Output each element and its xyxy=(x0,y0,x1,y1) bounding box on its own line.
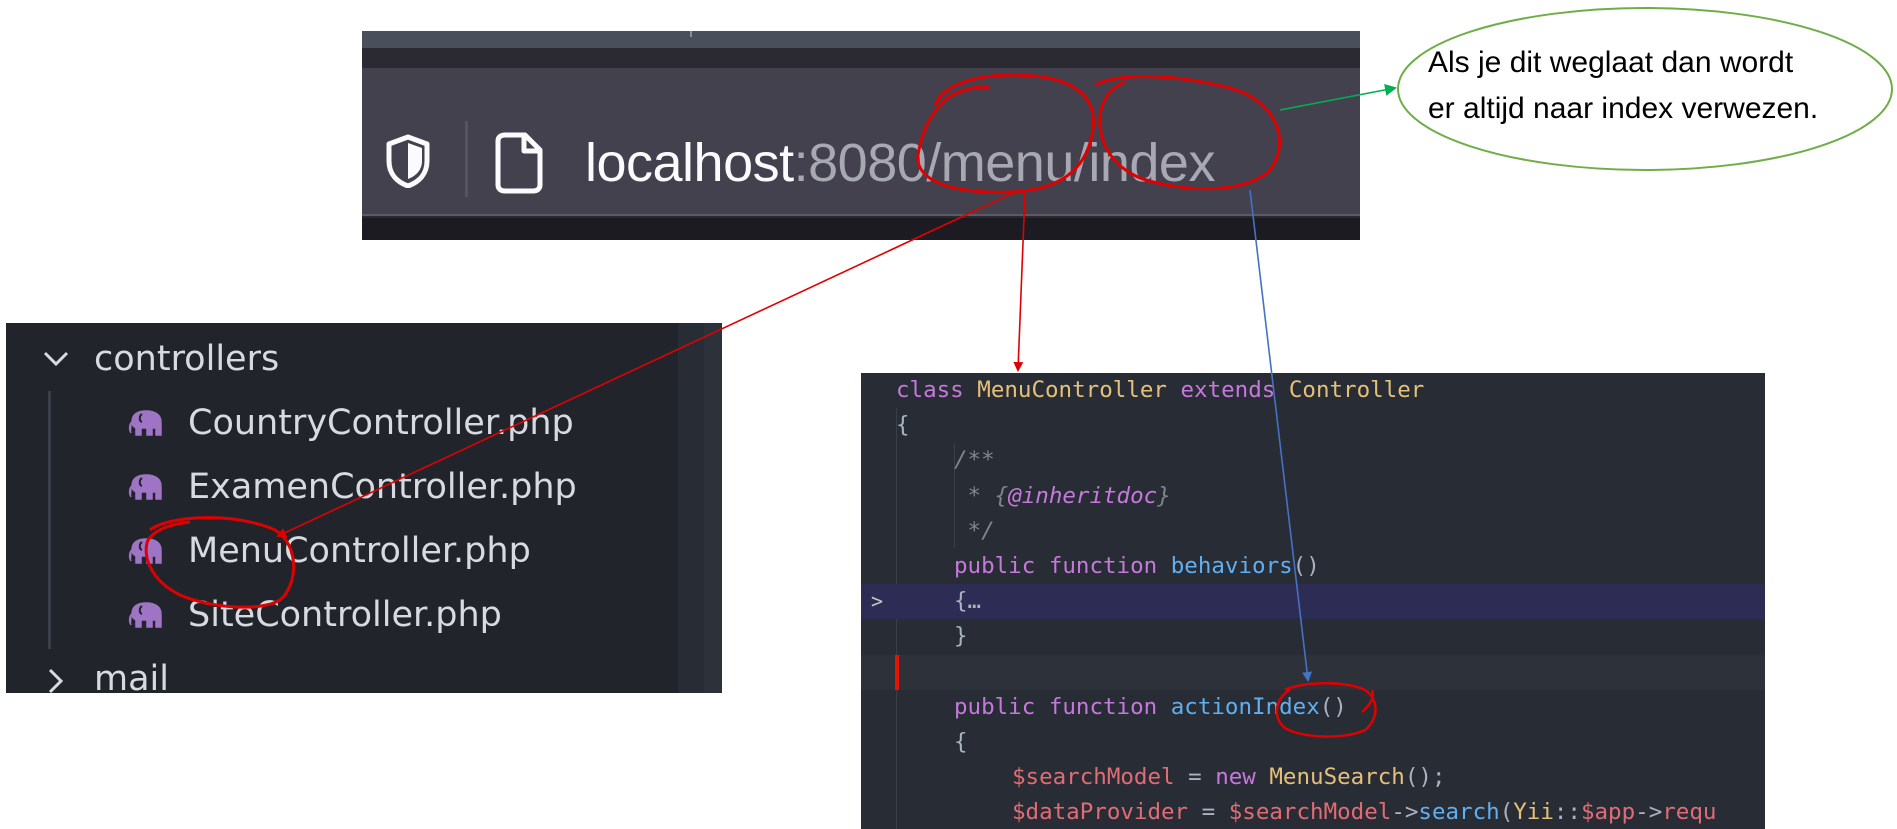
tab-separator xyxy=(690,31,692,37)
url-bar-divider xyxy=(465,121,468,197)
code-token: … xyxy=(967,588,982,615)
code-token: */ xyxy=(954,517,995,544)
code-line[interactable]: class MenuController extends Controller xyxy=(861,373,1765,408)
code-line[interactable]: $dataProvider = $searchModel->search(Yii… xyxy=(861,795,1765,829)
code-token: class xyxy=(896,377,978,403)
indent-guide xyxy=(48,391,51,649)
code-token: -> xyxy=(1391,799,1419,826)
browser-url-bar: localhost:8080/menu/index xyxy=(362,31,1360,240)
code-text: {… xyxy=(954,584,981,619)
code-text: public function actionIndex() xyxy=(954,690,1347,725)
code-line[interactable]: $searchModel = new MenuSearch(); xyxy=(861,760,1765,795)
code-line[interactable]: public function behaviors() xyxy=(861,549,1765,584)
code-text: { xyxy=(954,725,968,760)
code-line[interactable]: { xyxy=(861,408,1765,443)
code-text: /** xyxy=(954,443,995,478)
url-text[interactable]: localhost:8080/menu/index xyxy=(585,132,1215,194)
breakpoint-marker xyxy=(895,654,899,690)
shield-icon[interactable] xyxy=(384,134,432,188)
code-token: * { xyxy=(954,482,1009,509)
code-token: new xyxy=(1215,764,1270,791)
code-token: function xyxy=(1048,553,1171,579)
file-label: MenuController.php xyxy=(188,531,531,571)
code-token: (); xyxy=(1404,764,1446,791)
code-token: $dataProvider xyxy=(1012,799,1202,826)
code-token: extends xyxy=(1180,377,1289,403)
url-host: localhost xyxy=(585,133,794,193)
chevron-down-icon xyxy=(43,351,69,367)
explorer-scrollbar[interactable] xyxy=(704,323,722,693)
callout-line-1: Als je dit weglaat dan wordt xyxy=(1428,46,1794,79)
file-label: CountryController.php xyxy=(188,403,574,443)
fold-chevron-icon[interactable]: > xyxy=(871,584,883,619)
address-field[interactable]: localhost:8080/menu/index xyxy=(362,68,1360,216)
code-text: } xyxy=(954,619,968,654)
code-token: search xyxy=(1418,799,1500,826)
code-token: $searchModel xyxy=(1228,799,1392,826)
code-token: = xyxy=(1201,799,1229,826)
code-token: $app xyxy=(1580,799,1636,826)
code-token: ( xyxy=(1499,799,1514,826)
code-line[interactable]: } xyxy=(861,619,1765,654)
explorer-scroll-track xyxy=(678,323,704,693)
chevron-right-icon xyxy=(48,668,64,693)
code-token: requ xyxy=(1662,799,1717,826)
code-text: public function behaviors() xyxy=(954,549,1320,584)
page-icon[interactable] xyxy=(492,132,546,194)
url-path: :8080/menu/index xyxy=(793,133,1216,193)
code-token: actionIndex xyxy=(1170,693,1320,720)
code-token: } xyxy=(1157,482,1171,509)
code-token: } xyxy=(954,623,968,650)
folder-label: mail xyxy=(94,659,169,693)
code-token: @inheritdoc xyxy=(1008,482,1158,509)
code-token: -> xyxy=(1635,799,1663,826)
code-token: { xyxy=(954,729,968,755)
php-elephant-icon xyxy=(128,410,162,436)
php-elephant-icon xyxy=(128,474,162,500)
code-token: () xyxy=(1319,693,1347,720)
code-text: $dataProvider = $searchModel->search(Yii… xyxy=(1012,795,1716,829)
callout-text: Als je dit weglaat dan wordt er altijd n… xyxy=(1428,40,1888,132)
toolbar-bottom-edge xyxy=(362,216,1360,240)
code-editor[interactable]: class MenuController extends Controller {… xyxy=(861,373,1765,829)
code-line[interactable]: */ xyxy=(861,514,1765,549)
code-token: { xyxy=(954,588,968,615)
code-text: { xyxy=(896,408,910,443)
code-token: behaviors xyxy=(1170,553,1293,579)
code-token: function xyxy=(1048,693,1171,720)
code-text: $searchModel = new MenuSearch(); xyxy=(1012,760,1446,795)
code-token: $searchModel xyxy=(1012,764,1189,791)
code-text: */ xyxy=(954,514,995,549)
callout-line-2: er altijd naar index verwezen. xyxy=(1428,92,1819,125)
code-token: public xyxy=(954,693,1049,720)
folder-label: controllers xyxy=(94,339,280,379)
code-token: { xyxy=(896,412,910,439)
file-label: ExamenController.php xyxy=(188,467,577,507)
code-text: * {@inheritdoc} xyxy=(954,479,1171,514)
code-token: :: xyxy=(1553,799,1581,826)
code-line[interactable]: > {… xyxy=(861,584,1765,620)
code-token: MenuSearch xyxy=(1269,764,1405,791)
code-token: MenuController xyxy=(977,377,1181,403)
code-token: /** xyxy=(954,447,995,474)
code-token: Controller xyxy=(1288,377,1425,403)
code-line[interactable]: { xyxy=(861,725,1765,760)
tab-strip xyxy=(362,31,1360,48)
php-elephant-icon xyxy=(128,602,162,628)
code-line[interactable]: /** xyxy=(861,443,1765,478)
code-token: public xyxy=(954,553,1049,579)
code-text: class MenuController extends Controller xyxy=(896,373,1424,408)
code-token: () xyxy=(1292,553,1320,579)
code-token: Yii xyxy=(1513,799,1554,826)
code-token: = xyxy=(1188,764,1216,791)
code-line[interactable]: * {@inheritdoc} xyxy=(861,479,1765,514)
code-line[interactable]: public function actionIndex() xyxy=(861,690,1765,725)
php-elephant-icon xyxy=(128,538,162,564)
file-explorer: controllers CountryController.php Examen… xyxy=(6,323,722,693)
code-line[interactable] xyxy=(861,654,1765,690)
toolbar-strip xyxy=(362,48,1360,68)
file-label: SiteController.php xyxy=(188,595,502,635)
